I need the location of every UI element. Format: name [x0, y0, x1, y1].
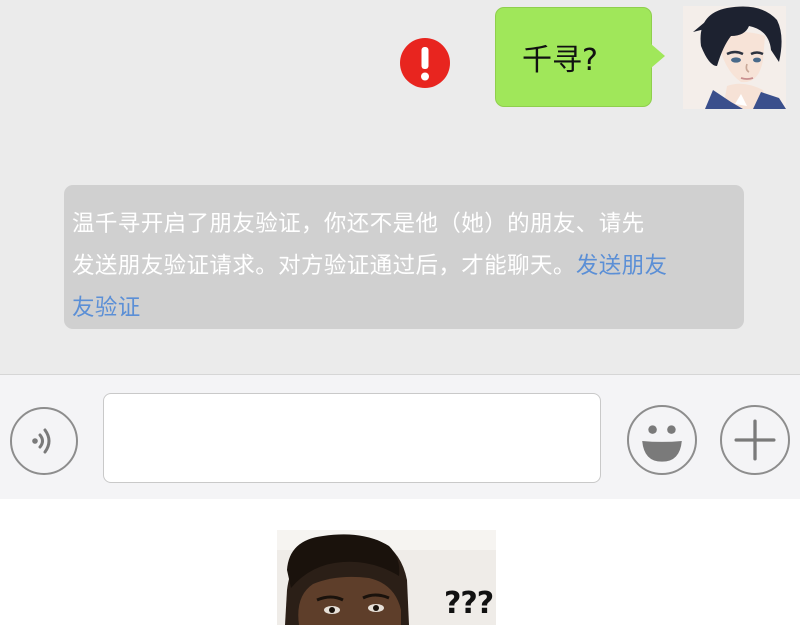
system-notice-line1: 温千寻开启了朋友验证，你还不是他（她）的朋友、请先 — [72, 211, 645, 237]
exclamation-circle-icon[interactable] — [400, 38, 450, 88]
message-input[interactable] — [103, 393, 601, 483]
bubble-tail — [651, 44, 665, 68]
plus-icon — [734, 419, 776, 461]
system-notice-line2: 发送朋友验证请求。对方验证通过后，才能聊天。发送朋友 — [72, 245, 736, 287]
voice-button[interactable] — [10, 407, 78, 475]
meme-image: ??? — [277, 530, 496, 625]
outgoing-message-text: 千寻? — [522, 43, 598, 78]
send-verification-link-part1[interactable]: 发送朋友 — [576, 253, 668, 279]
system-notice: 温千寻开启了朋友验证，你还不是他（她）的朋友、请先 发送朋友验证请求。对方验证通… — [64, 185, 744, 329]
input-bar — [0, 374, 800, 499]
outgoing-message-bubble[interactable]: 千寻? — [495, 7, 652, 107]
system-notice-line3: 友验证 — [72, 287, 736, 329]
avatar[interactable] — [683, 6, 786, 109]
emoji-button[interactable] — [627, 405, 697, 475]
emoji-icon — [642, 425, 682, 462]
send-verification-link-part2[interactable]: 友验证 — [72, 295, 141, 321]
chat-area: 千寻? 温千寻开启了朋友验证，你还不是他（她）的朋友、请先 发送朋友验证请求。对… — [0, 0, 800, 374]
more-options-button[interactable] — [720, 405, 790, 475]
meme-caption: ??? — [444, 586, 494, 621]
voice-icon — [32, 428, 51, 454]
system-notice-line2-text: 发送朋友验证请求。对方验证通过后，才能聊天。 — [72, 253, 576, 279]
